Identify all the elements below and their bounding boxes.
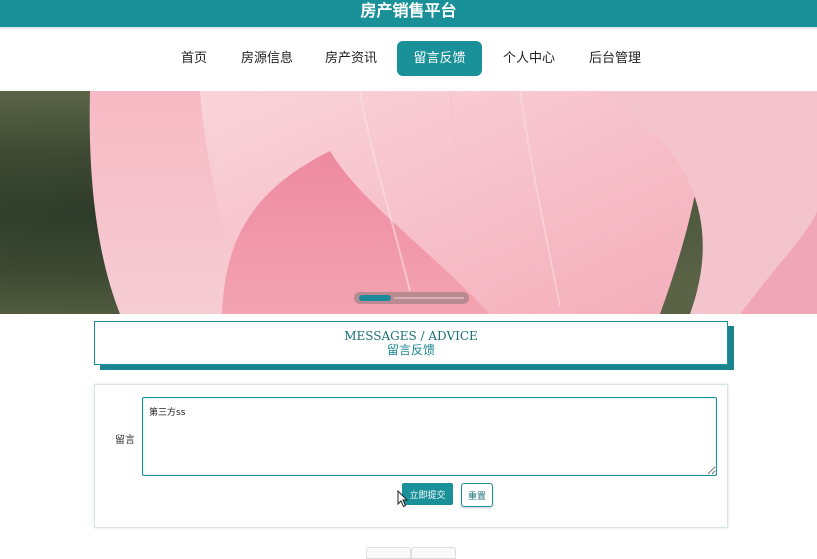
lotus-image bbox=[89, 91, 817, 314]
main-nav: 首页 房源信息 房产资讯 留言反馈 个人中心 后台管理 bbox=[0, 27, 817, 91]
pager-prev-button[interactable] bbox=[366, 547, 411, 559]
nav-item-admin[interactable]: 后台管理 bbox=[584, 41, 646, 76]
message-form: 留言 立即提交 重置 bbox=[94, 384, 728, 528]
section-heading: MESSAGES / ADVICE 留言反馈 bbox=[94, 321, 728, 365]
nav-item-home[interactable]: 首页 bbox=[170, 41, 218, 76]
section-title-zh: 留言反馈 bbox=[386, 343, 435, 357]
nav-item-news[interactable]: 房产资讯 bbox=[320, 41, 382, 76]
top-bar: 房产销售平台 bbox=[0, 0, 817, 27]
nav-item-profile[interactable]: 个人中心 bbox=[498, 41, 560, 76]
pager-next-button[interactable] bbox=[411, 547, 456, 559]
mouse-cursor-icon bbox=[397, 490, 409, 508]
message-textarea[interactable] bbox=[142, 397, 717, 476]
nav-item-listings[interactable]: 房源信息 bbox=[236, 41, 298, 76]
slider-indicator-rest bbox=[394, 297, 464, 299]
nav-item-feedback[interactable]: 留言反馈 bbox=[397, 41, 482, 76]
hero-banner bbox=[0, 91, 817, 314]
submit-button[interactable]: 立即提交 bbox=[402, 483, 453, 505]
site-title: 房产销售平台 bbox=[360, 1, 457, 20]
section-title-en: MESSAGES / ADVICE bbox=[344, 329, 478, 343]
banner-slider[interactable] bbox=[354, 292, 469, 304]
message-label: 留言 bbox=[115, 435, 135, 446]
reset-button[interactable]: 重置 bbox=[461, 483, 493, 507]
slider-indicator-active bbox=[359, 295, 391, 301]
